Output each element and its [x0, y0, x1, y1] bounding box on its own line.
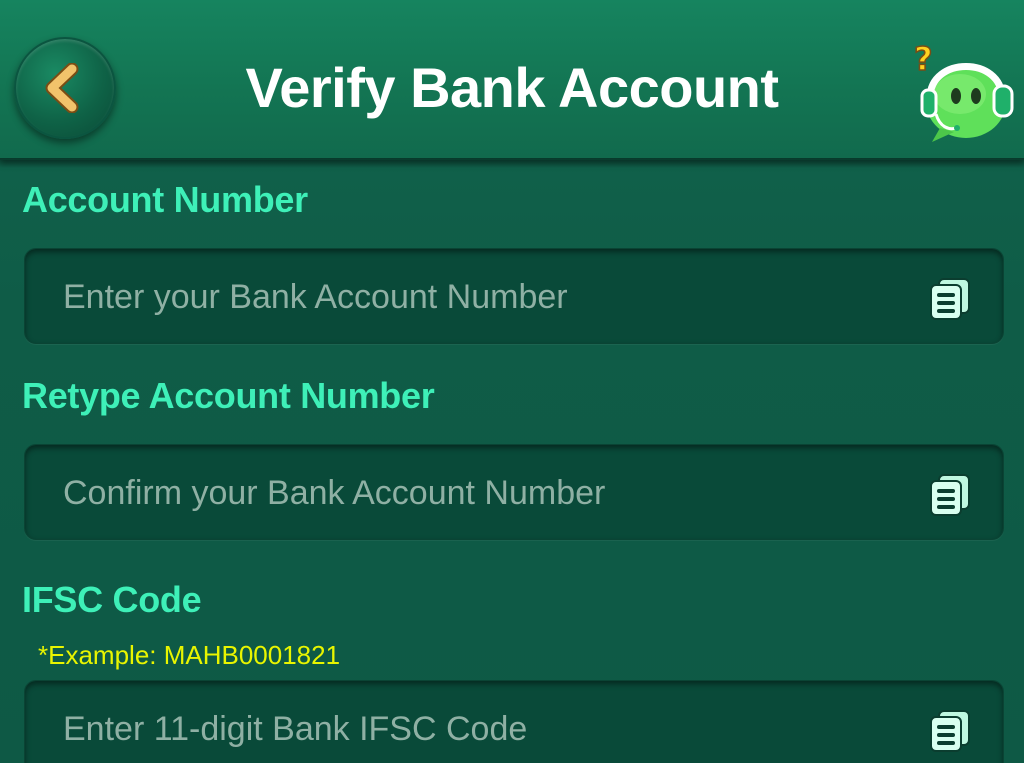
paste-icon[interactable] — [927, 473, 973, 517]
header-bar: Verify Bank Account ? — [0, 0, 1024, 168]
paste-icon[interactable] — [927, 709, 973, 753]
retype-account-number-input[interactable] — [61, 445, 925, 541]
customer-support-mascot-icon[interactable]: ? — [910, 36, 1018, 146]
page-title: Verify Bank Account — [245, 56, 779, 119]
account-number-field[interactable] — [24, 248, 1004, 345]
ifsc-example-hint: *Example: MAHB0001821 — [38, 640, 341, 670]
paste-icon[interactable] — [927, 277, 973, 321]
svg-text:?: ? — [914, 40, 933, 78]
retype-account-number-label: Retype Account Number — [22, 375, 435, 416]
retype-account-number-field[interactable] — [24, 444, 1004, 541]
verify-bank-account-screen: Verify Bank Account ? Account Number Ent… — [0, 0, 1024, 763]
ifsc-code-input[interactable] — [61, 681, 925, 763]
account-number-label: Account Number — [22, 179, 308, 220]
ifsc-code-label: IFSC Code — [22, 579, 202, 620]
ifsc-code-field[interactable] — [24, 680, 1004, 763]
account-number-input[interactable] — [61, 249, 925, 345]
